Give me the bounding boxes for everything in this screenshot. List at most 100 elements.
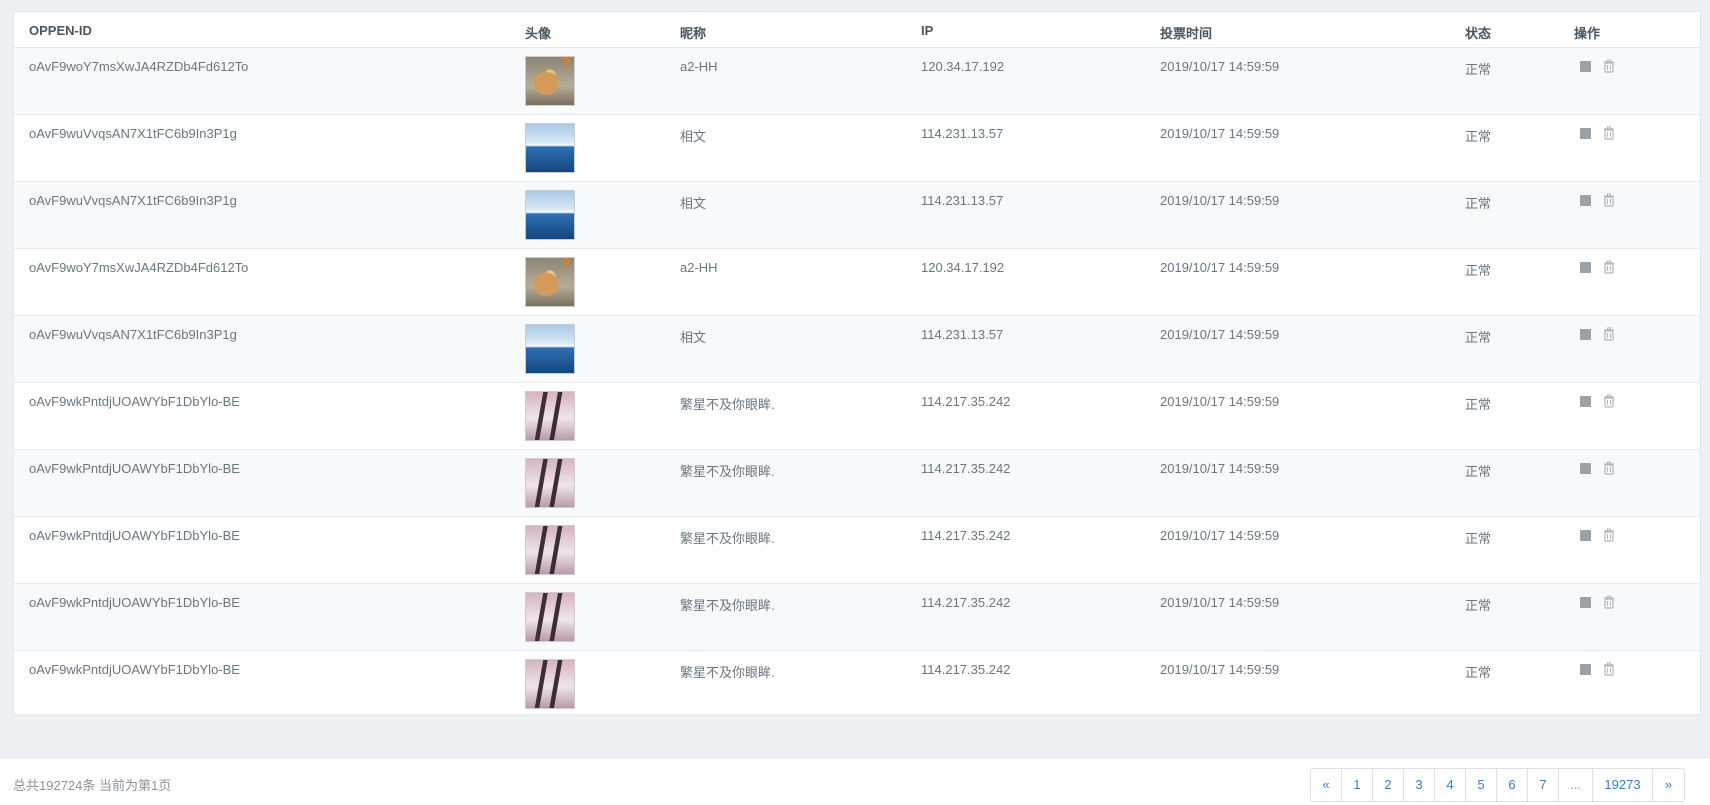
openid-cell: oAvF9wkPntdjUOAWYbF1DbYlo-BE: [29, 528, 240, 543]
status-cell: 正常: [1465, 129, 1492, 144]
status-cell: 正常: [1465, 330, 1492, 345]
status-cell: 正常: [1465, 531, 1492, 546]
trash-icon[interactable]: [1602, 193, 1616, 207]
ip-cell: 114.217.35.242: [921, 528, 1011, 543]
edit-icon[interactable]: [1580, 463, 1591, 474]
table-row: oAvF9woY7msXwJA4RZDb4Fd612To a2-HH 120.34.…: [14, 249, 1700, 316]
trash-icon[interactable]: [1602, 260, 1616, 274]
page-link-5[interactable]: 5: [1466, 769, 1497, 801]
page-link-6[interactable]: 6: [1497, 769, 1528, 801]
edit-icon[interactable]: [1580, 195, 1591, 206]
openid-cell: oAvF9wuVvqsAN7X1tFC6b9In3P1g: [29, 126, 237, 141]
avatar-anime-image: [525, 592, 575, 642]
trash-icon[interactable]: [1602, 662, 1616, 676]
status-cell: 正常: [1465, 598, 1492, 613]
table-header: OPPEN-ID 头像 昵称 IP 投票时间 状态 操作: [14, 12, 1700, 48]
ip-cell: 120.34.17.192: [921, 260, 1005, 275]
status-cell: 正常: [1465, 62, 1492, 77]
status-cell: 正常: [1465, 196, 1492, 211]
openid-cell: oAvF9wuVvqsAN7X1tFC6b9In3P1g: [29, 327, 237, 342]
ip-cell: 114.231.13.57: [921, 327, 1004, 342]
page-link-3[interactable]: 3: [1404, 769, 1435, 801]
avatar-dog-image: [525, 55, 575, 106]
ip-cell: 120.34.17.192: [921, 59, 1005, 74]
trash-icon[interactable]: [1602, 528, 1616, 542]
table-row: oAvF9wkPntdjUOAWYbF1DbYlo-BE 繁星不及你眼眸. 114.…: [14, 383, 1700, 450]
nickname-cell: 繁星不及你眼眸.: [680, 464, 775, 479]
openid-cell: oAvF9wkPntdjUOAWYbF1DbYlo-BE: [29, 662, 240, 677]
avatar-iceberg-image: [525, 123, 575, 173]
table-footer: 总共192724条 当前为第1页 «1 2 3 4 5 6 7... 19273»: [0, 757, 1710, 805]
ip-cell: 114.231.13.57: [921, 126, 1004, 141]
vote-time-cell: 2019/10/17 14:59:59: [1160, 260, 1280, 275]
nickname-cell: a2-HH: [680, 260, 718, 275]
nickname-cell: 繁星不及你眼眸.: [680, 598, 775, 613]
nickname-cell: 相文: [680, 196, 707, 211]
header-avatar: 头像: [525, 26, 552, 41]
nickname-cell: a2-HH: [680, 59, 718, 74]
header-nickname: 昵称: [680, 26, 707, 41]
openid-cell: oAvF9wuVvqsAN7X1tFC6b9In3P1g: [29, 193, 237, 208]
openid-cell: oAvF9woY7msXwJA4RZDb4Fd612To: [29, 59, 249, 74]
avatar-dog-image: [525, 256, 575, 307]
avatar-anime-image: [525, 391, 575, 441]
trash-icon[interactable]: [1602, 59, 1616, 73]
edit-icon[interactable]: [1580, 262, 1591, 273]
vote-time-cell: 2019/10/17 14:59:59: [1160, 595, 1280, 610]
edit-icon[interactable]: [1580, 128, 1591, 139]
edit-icon[interactable]: [1580, 396, 1591, 407]
table-row: oAvF9wuVvqsAN7X1tFC6b9In3P1g 相文 114.231.13…: [14, 115, 1700, 182]
prev-page-button[interactable]: «: [1311, 769, 1342, 801]
avatar-anime-image: [525, 525, 575, 575]
nickname-cell: 繁星不及你眼眸.: [680, 665, 775, 680]
edit-icon[interactable]: [1580, 329, 1591, 340]
trash-icon[interactable]: [1602, 461, 1616, 475]
trash-icon[interactable]: [1602, 394, 1616, 408]
page-link-7[interactable]: 7: [1528, 769, 1559, 801]
page-link-4[interactable]: 4: [1435, 769, 1466, 801]
vote-time-cell: 2019/10/17 14:59:59: [1160, 528, 1280, 543]
vote-time-cell: 2019/10/17 14:59:59: [1160, 394, 1280, 409]
table-body: oAvF9woY7msXwJA4RZDb4Fd612To a2-HH 120.34.…: [14, 48, 1700, 714]
avatar-iceberg-image: [525, 190, 575, 240]
votes-table: OPPEN-ID 头像 昵称 IP 投票时间 状态 操作 oAvF9woY7ms…: [13, 11, 1701, 715]
table-row: oAvF9wkPntdjUOAWYbF1DbYlo-BE 繁星不及你眼眸. 114.…: [14, 450, 1700, 517]
vote-time-cell: 2019/10/17 14:59:59: [1160, 193, 1280, 208]
vote-time-cell: 2019/10/17 14:59:59: [1160, 59, 1280, 74]
ip-cell: 114.217.35.242: [921, 394, 1011, 409]
vote-time-cell: 2019/10/17 14:59:59: [1160, 662, 1280, 677]
page-link-1[interactable]: 1: [1342, 769, 1373, 801]
table-row: oAvF9wuVvqsAN7X1tFC6b9In3P1g 相文 114.231.13…: [14, 316, 1700, 383]
trash-icon[interactable]: [1602, 327, 1616, 341]
status-cell: 正常: [1465, 665, 1492, 680]
table-row: oAvF9wkPntdjUOAWYbF1DbYlo-BE 繁星不及你眼眸. 114.…: [14, 651, 1700, 714]
openid-cell: oAvF9woY7msXwJA4RZDb4Fd612To: [29, 260, 249, 275]
page-ellipsis: ...: [1559, 769, 1593, 801]
page-link-2[interactable]: 2: [1373, 769, 1404, 801]
edit-icon[interactable]: [1580, 597, 1591, 608]
trash-icon[interactable]: [1602, 126, 1616, 140]
nickname-cell: 相文: [680, 330, 707, 345]
page-link-19273[interactable]: 19273: [1593, 769, 1653, 801]
edit-icon[interactable]: [1580, 664, 1591, 675]
avatar-anime-image: [525, 659, 575, 709]
vote-time-cell: 2019/10/17 14:59:59: [1160, 327, 1280, 342]
vote-time-cell: 2019/10/17 14:59:59: [1160, 461, 1280, 476]
status-cell: 正常: [1465, 464, 1492, 479]
table-row: oAvF9wuVvqsAN7X1tFC6b9In3P1g 相文 114.231.13…: [14, 182, 1700, 249]
edit-icon[interactable]: [1580, 61, 1591, 72]
ip-cell: 114.217.35.242: [921, 662, 1011, 677]
openid-cell: oAvF9wkPntdjUOAWYbF1DbYlo-BE: [29, 394, 240, 409]
edit-icon[interactable]: [1580, 530, 1591, 541]
table-row: oAvF9wkPntdjUOAWYbF1DbYlo-BE 繁星不及你眼眸. 114.…: [14, 517, 1700, 584]
header-vote-time: 投票时间: [1160, 26, 1213, 41]
avatar-iceberg-image: [525, 324, 575, 374]
status-cell: 正常: [1465, 263, 1492, 278]
table-row: oAvF9wkPntdjUOAWYbF1DbYlo-BE 繁星不及你眼眸. 114.…: [14, 584, 1700, 651]
nickname-cell: 繁星不及你眼眸.: [680, 531, 775, 546]
header-openid: OPPEN-ID: [29, 23, 92, 38]
nickname-cell: 繁星不及你眼眸.: [680, 397, 775, 412]
next-page-button[interactable]: »: [1653, 769, 1684, 801]
avatar-anime-image: [525, 458, 575, 508]
trash-icon[interactable]: [1602, 595, 1616, 609]
